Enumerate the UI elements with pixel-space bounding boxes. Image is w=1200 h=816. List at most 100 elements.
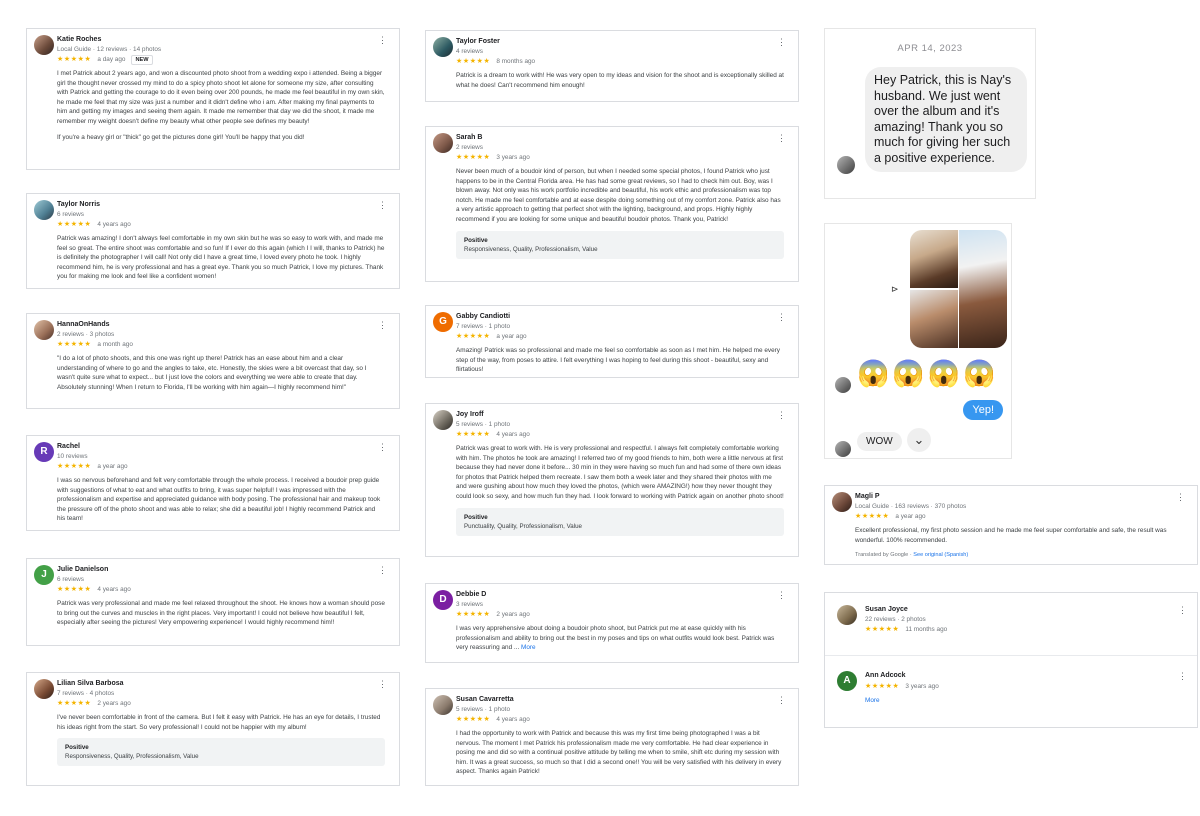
reviewer-meta: 5 reviews · 1 photo [456,706,510,713]
review-card-magli: Magli P Local Guide · 163 reviews · 370 … [824,485,1198,565]
review-text: Patrick was amazing! I don't always feel… [57,235,385,281]
incoming-message: WOW [857,432,902,451]
avatar[interactable] [433,133,453,153]
review-card-sarah: Sarah B 2 reviews ★★★★★ 3 years ago Never… [425,126,799,282]
reviewer-name[interactable]: Rachel [57,442,385,452]
more-options-icon[interactable]: ⋮ [378,36,387,45]
review-text: Never been much of a boudoir kind of per… [456,168,781,223]
more-link[interactable]: More [521,644,536,651]
more-options-icon[interactable]: ⋮ [777,696,786,705]
share-icon[interactable]: ⊳ [891,284,899,295]
more-options-icon[interactable]: ⋮ [777,411,786,420]
reviewer-name[interactable]: Julie Danielson [57,565,385,575]
avatar[interactable]: J [34,565,54,585]
sender-avatar[interactable] [835,377,851,393]
avatar[interactable]: D [433,590,453,610]
review-text: "I do a lot of photo shoots, and this on… [57,355,367,391]
star-rating: ★★★★★ [855,513,890,520]
avatar[interactable] [34,35,54,55]
review-time: a year ago [895,513,926,520]
positive-attributes: Positive Punctuality, Quality, Profession… [456,507,784,536]
review-card-hanna: HannaOnHands 2 reviews · 3 photos ★★★★★ a… [26,313,400,409]
review-text: Excellent professional, my first photo s… [855,527,1167,544]
review-time: 11 months ago [905,626,948,633]
more-options-icon[interactable]: ⋮ [777,38,786,47]
avatar[interactable] [34,679,54,699]
avatar[interactable] [433,695,453,715]
reviewer-name[interactable]: Sarah B [456,133,784,143]
reviewer-name[interactable]: Debbie D [456,590,784,600]
sender-avatar[interactable] [835,441,851,457]
review-card-taylor-foster: Taylor Foster 4 reviews ★★★★★ 8 months ag… [425,30,799,102]
reviewer-name[interactable]: Taylor Foster [456,37,784,47]
avatar[interactable] [433,37,453,57]
shared-photos[interactable] [910,230,1007,348]
review-text: Amazing! Patrick was so professional and… [456,347,780,374]
more-options-icon[interactable]: ⋮ [777,591,786,600]
reviewer-name[interactable]: Taylor Norris [57,200,385,210]
star-rating: ★★★★★ [57,56,92,63]
review-text: I met Patrick about 2 years ago, and won… [57,70,385,141]
photo-thumbnail[interactable] [959,230,1007,348]
chevron-down-icon[interactable]: ⌄ [907,428,931,452]
reviewer-meta: 2 reviews · 3 photos [57,331,115,338]
more-options-icon[interactable]: ⋮ [1178,672,1187,681]
reviewer-meta: Local Guide · 163 reviews · 370 photos [855,503,967,510]
review-card-rachel: R Rachel 10 reviews ★★★★★ a year ago I wa… [26,435,400,531]
sender-avatar[interactable] [837,156,855,174]
reviewer-name[interactable]: Magli P [855,492,1183,502]
reviewer-name[interactable]: Gabby Candiotti [456,312,784,322]
star-rating: ★★★★★ [57,463,92,470]
reviewer-name[interactable]: Susan Joyce [865,605,1185,615]
review-time: 8 months ago [496,58,536,65]
star-rating: ★★★★★ [57,221,92,228]
star-rating: ★★★★★ [456,611,491,618]
reviewer-meta: 6 reviews [57,576,84,583]
more-options-icon[interactable]: ⋮ [1178,606,1187,615]
see-original-link[interactable]: See original (Spanish) [913,552,968,558]
star-rating: ★★★★★ [865,626,900,633]
more-link[interactable]: More [865,697,880,704]
avatar[interactable]: A [837,671,857,691]
review-card-lilian: Lilian Silva Barbosa 7 reviews · 4 photo… [26,672,400,786]
reviewer-meta: 5 reviews · 1 photo [456,421,510,428]
more-options-icon[interactable]: ⋮ [378,321,387,330]
more-options-icon[interactable]: ⋮ [1176,493,1185,502]
review-text: I was very apprehensive about doing a bo… [456,625,775,652]
more-options-icon[interactable]: ⋮ [378,201,387,210]
reviewer-name[interactable]: HannaOnHands [57,320,385,330]
reviewer-meta: 3 reviews [456,601,483,608]
more-options-icon[interactable]: ⋮ [378,443,387,452]
reviewer-name[interactable]: Joy Iroff [456,410,784,420]
reviewer-name[interactable]: Katie Roches [57,35,385,45]
review-time: 4 years ago [97,221,131,228]
outgoing-message: Yep! [963,400,1003,420]
avatar[interactable]: G [433,312,453,332]
reviewer-name[interactable]: Susan Cavarretta [456,695,784,705]
reviewer-name[interactable]: Lilian Silva Barbosa [57,679,385,689]
positive-attributes: Positive Responsiveness, Quality, Profess… [57,738,385,767]
review-text: I've never been comfortable in front of … [57,714,381,731]
star-rating: ★★★★★ [865,683,900,690]
reviewer-meta: 7 reviews · 4 photos [57,690,115,697]
more-options-icon[interactable]: ⋮ [777,134,786,143]
avatar[interactable] [34,200,54,220]
review-time: a day ago [97,56,126,63]
avatar[interactable] [433,410,453,430]
more-options-icon[interactable]: ⋮ [378,566,387,575]
photo-thumbnail[interactable] [910,230,958,288]
star-rating: ★★★★★ [57,700,92,707]
review-card-julie: J Julie Danielson 6 reviews ★★★★★ 4 years… [26,558,400,646]
reviewer-meta: 4 reviews [456,48,483,55]
review-card-debbie: D Debbie D 3 reviews ★★★★★ 2 years ago I … [425,583,799,663]
more-options-icon[interactable]: ⋮ [777,313,786,322]
avatar[interactable] [832,492,852,512]
avatar[interactable] [34,320,54,340]
review-time: 2 years ago [97,700,131,707]
avatar[interactable] [837,605,857,625]
photo-thumbnail[interactable] [910,290,958,348]
avatar[interactable]: R [34,442,54,462]
reviewer-name[interactable]: Ann Adcock [865,671,1185,681]
star-rating: ★★★★★ [57,341,92,348]
more-options-icon[interactable]: ⋮ [378,680,387,689]
